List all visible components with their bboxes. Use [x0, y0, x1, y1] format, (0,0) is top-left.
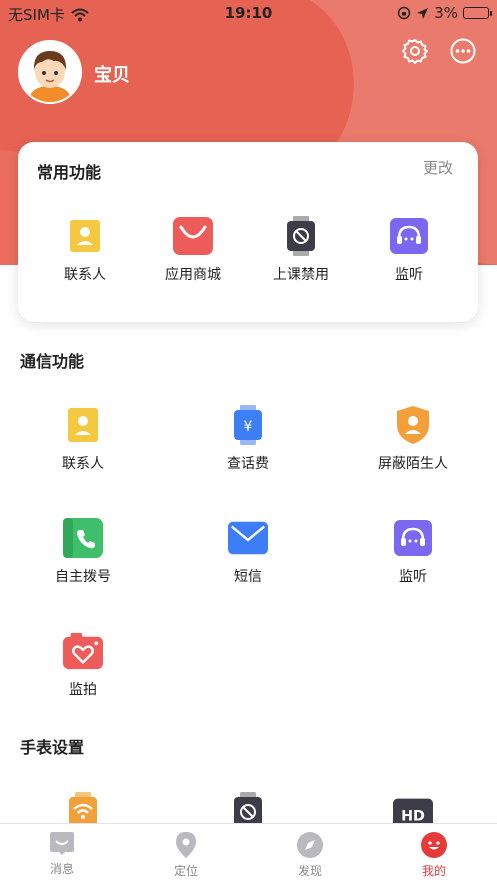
- comm-item-contacts[interactable]: 联系人: [28, 405, 138, 473]
- monitor-listen-icon: [389, 216, 429, 256]
- comm-item-dial[interactable]: 自主拨号: [28, 518, 138, 586]
- common-functions-title: 常用功能: [37, 163, 102, 182]
- common-item-label: 监听: [395, 267, 423, 283]
- comm-item-label: 自主拨号: [55, 569, 111, 585]
- settings-gear-icon[interactable]: [401, 37, 429, 65]
- avatar[interactable]: [18, 40, 82, 104]
- comm-item-remote-photo[interactable]: 监拍: [28, 631, 138, 699]
- battery-percent: 3%: [434, 4, 458, 22]
- tab-messages[interactable]: 消息: [22, 832, 102, 877]
- comm-item-label: 监拍: [69, 682, 97, 698]
- remote-photo-icon: [63, 631, 103, 671]
- tab-label: 消息: [49, 862, 74, 876]
- common-item-class-ban[interactable]: 上课禁用: [246, 216, 356, 284]
- sms-icon: [228, 518, 268, 558]
- comm-item-label: 短信: [234, 569, 262, 585]
- phone-bill-icon: ¥: [228, 405, 268, 445]
- screen: 无SIM卡 19:10 3% 宝贝 常用功能 更改 联系人 应用商城 上课禁用 …: [0, 0, 497, 883]
- status-bar: 无SIM卡 19:10 3%: [0, 0, 497, 26]
- tab-label: 发现: [297, 864, 322, 878]
- tab-discover[interactable]: 发现: [270, 832, 350, 879]
- location-arrow-icon: [417, 7, 429, 19]
- common-item-contacts[interactable]: 联系人: [30, 216, 140, 284]
- svg-text:¥: ¥: [244, 419, 253, 435]
- monitor-listen-icon: [393, 518, 433, 558]
- comm-item-label: 监听: [399, 569, 427, 585]
- class-ban-watch-icon: [281, 216, 321, 256]
- common-item-label: 联系人: [64, 267, 106, 283]
- tab-mine[interactable]: 我的: [394, 832, 474, 879]
- comm-item-monitor[interactable]: 监听: [358, 518, 468, 586]
- tab-location[interactable]: 定位: [146, 832, 226, 879]
- compass-icon: [297, 832, 323, 858]
- smiley-face-icon: [421, 832, 447, 858]
- dial-icon: [63, 518, 103, 558]
- edit-button[interactable]: 更改: [423, 157, 453, 178]
- tab-label: 我的: [421, 864, 446, 878]
- tab-label: 定位: [173, 864, 198, 878]
- comm-item-label: 联系人: [62, 456, 104, 472]
- contacts-icon: [63, 405, 103, 445]
- contacts-icon: [65, 216, 105, 256]
- battery-icon: [463, 7, 492, 19]
- comm-item-label: 屏蔽陌生人: [378, 456, 448, 472]
- common-item-label: 上课禁用: [273, 267, 329, 283]
- shopping-bag-icon: [173, 216, 213, 256]
- message-icon: [50, 832, 74, 855]
- common-item-monitor[interactable]: 监听: [354, 216, 464, 284]
- comm-item-block-stranger[interactable]: 屏蔽陌生人: [358, 405, 468, 473]
- common-item-app-store[interactable]: 应用商城: [138, 216, 248, 284]
- common-functions-card: 常用功能 更改 联系人 应用商城 上课禁用 监听: [18, 142, 478, 322]
- comm-item-sms[interactable]: 短信: [193, 518, 303, 586]
- more-options-icon[interactable]: [449, 37, 477, 65]
- common-item-label: 应用商城: [165, 267, 221, 283]
- block-stranger-icon: [393, 405, 433, 445]
- bottom-tab-bar: 消息 定位 发现 我的: [0, 823, 497, 883]
- location-pin-icon: [176, 832, 196, 858]
- comm-item-phone-bill[interactable]: ¥ 查话费: [193, 405, 303, 473]
- communication-section-title: 通信功能: [20, 352, 85, 371]
- comm-item-label: 查话费: [227, 456, 269, 472]
- status-right: 3%: [397, 4, 492, 22]
- profile-name: 宝贝: [94, 65, 130, 86]
- rotation-lock-icon: [397, 6, 411, 20]
- watch-settings-section-title: 手表设置: [20, 738, 85, 757]
